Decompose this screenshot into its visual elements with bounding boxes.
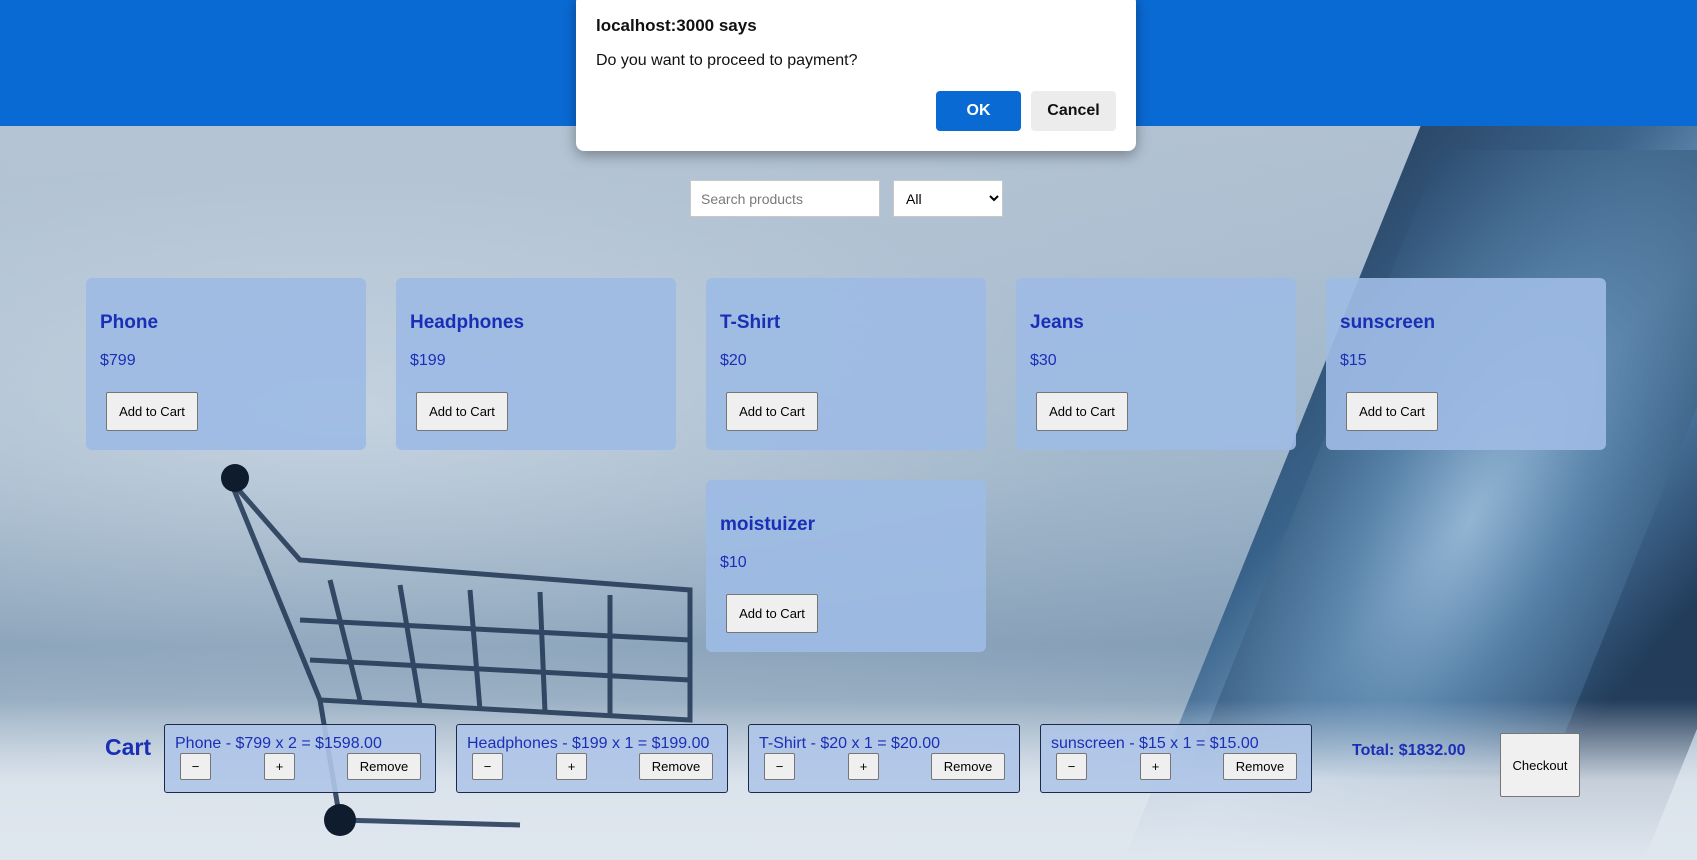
product-name: T-Shirt — [720, 312, 781, 333]
product-card-sunscreen: sunscreen $15 Add to Cart — [1326, 278, 1606, 450]
cart-item: sunscreen - $15 x 1 = $15.00 − + Remove — [1040, 724, 1312, 793]
cart-total: Total: $1832.00 — [1352, 742, 1466, 759]
cart-item-text: Headphones - $199 x 1 = $199.00 — [467, 735, 710, 752]
remove-item-button[interactable]: Remove — [347, 753, 421, 780]
remove-item-button[interactable]: Remove — [639, 753, 713, 780]
add-to-cart-button[interactable]: Add to Cart — [1346, 392, 1438, 431]
add-to-cart-button[interactable]: Add to Cart — [726, 594, 818, 633]
cart-item-text: T-Shirt - $20 x 1 = $20.00 — [759, 735, 940, 752]
decrease-quantity-button[interactable]: − — [1056, 753, 1087, 780]
product-price: $199 — [410, 352, 446, 369]
add-to-cart-button[interactable]: Add to Cart — [106, 392, 198, 431]
product-name: sunscreen — [1340, 312, 1436, 333]
product-price: $799 — [100, 352, 136, 369]
product-card-headphones: Headphones $199 Add to Cart — [396, 278, 676, 450]
cart-item-text: Phone - $799 x 2 = $1598.00 — [175, 735, 382, 752]
checkout-button[interactable]: Checkout — [1500, 733, 1580, 797]
product-card-moisturizer: moistuizer $10 Add to Cart — [706, 480, 986, 652]
cart-item: T-Shirt - $20 x 1 = $20.00 − + Remove — [748, 724, 1020, 793]
add-to-cart-button[interactable]: Add to Cart — [416, 392, 508, 431]
add-to-cart-button[interactable]: Add to Cart — [726, 392, 818, 431]
product-name: moistuizer — [720, 514, 816, 535]
search-input[interactable] — [690, 180, 880, 217]
cart-item: Headphones - $199 x 1 = $199.00 − + Remo… — [456, 724, 728, 793]
ok-button[interactable]: OK — [936, 91, 1021, 131]
product-card-jeans: Jeans $30 Add to Cart — [1016, 278, 1296, 450]
category-select[interactable]: All — [893, 180, 1003, 217]
product-price: $20 — [720, 352, 747, 369]
dialog-message: Do you want to proceed to payment? — [596, 52, 858, 69]
cancel-button[interactable]: Cancel — [1031, 91, 1116, 131]
product-name: Jeans — [1030, 312, 1084, 333]
dialog-title: localhost:3000 says — [596, 16, 757, 35]
product-price: $30 — [1030, 352, 1057, 369]
increase-quantity-button[interactable]: + — [264, 753, 295, 780]
product-price: $10 — [720, 554, 747, 571]
product-name: Phone — [100, 312, 159, 333]
cart-item-text: sunscreen - $15 x 1 = $15.00 — [1051, 735, 1259, 752]
cart-item: Phone - $799 x 2 = $1598.00 − + Remove — [164, 724, 436, 793]
remove-item-button[interactable]: Remove — [931, 753, 1005, 780]
decrease-quantity-button[interactable]: − — [180, 753, 211, 780]
product-name: Headphones — [410, 312, 525, 333]
product-card-phone: Phone $799 Add to Cart — [86, 278, 366, 450]
remove-item-button[interactable]: Remove — [1223, 753, 1297, 780]
product-price: $15 — [1340, 352, 1367, 369]
product-card-tshirt: T-Shirt $20 Add to Cart — [706, 278, 986, 450]
confirm-dialog: localhost:3000 says Do you want to proce… — [576, 0, 1136, 151]
increase-quantity-button[interactable]: + — [848, 753, 879, 780]
decrease-quantity-button[interactable]: − — [764, 753, 795, 780]
decrease-quantity-button[interactable]: − — [472, 753, 503, 780]
increase-quantity-button[interactable]: + — [1140, 753, 1171, 780]
cart-title: Cart — [105, 734, 152, 760]
add-to-cart-button[interactable]: Add to Cart — [1036, 392, 1128, 431]
increase-quantity-button[interactable]: + — [556, 753, 587, 780]
